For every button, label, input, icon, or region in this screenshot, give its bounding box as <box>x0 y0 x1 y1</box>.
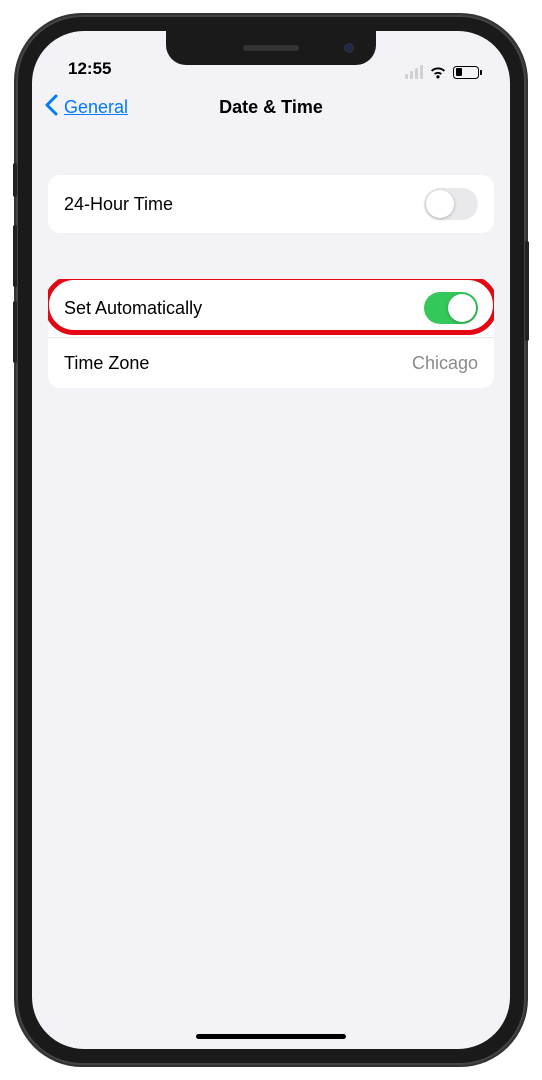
volume-up-button <box>13 225 17 287</box>
power-button <box>525 241 529 341</box>
front-camera <box>344 43 354 53</box>
battery-icon <box>453 66 482 79</box>
toggle-knob <box>448 294 476 322</box>
row-label: 24-Hour Time <box>64 194 173 215</box>
toggle-knob <box>426 190 454 218</box>
section-time-format: 24-Hour Time <box>48 175 494 233</box>
row-time-zone[interactable]: Time Zone Chicago <box>48 338 494 388</box>
notch <box>166 31 376 65</box>
toggle-24-hour-time[interactable] <box>424 188 478 220</box>
back-label: General <box>64 97 128 118</box>
speaker-grille <box>243 45 299 51</box>
cellular-signal-icon <box>405 65 424 79</box>
silence-switch <box>13 163 17 197</box>
section-auto-time: Set Automatically Time Zone Chicago <box>48 279 494 388</box>
settings-content: 24-Hour Time Set Automatically Time Zone <box>32 175 510 388</box>
navigation-bar: General Date & Time <box>32 81 510 133</box>
row-label: Time Zone <box>64 353 149 374</box>
chevron-left-icon <box>44 94 58 120</box>
row-label: Set Automatically <box>64 298 202 319</box>
row-value: Chicago <box>412 353 478 374</box>
back-button[interactable]: General <box>44 94 128 120</box>
page-title: Date & Time <box>219 97 323 118</box>
status-time: 12:55 <box>68 59 168 79</box>
phone-screen: 12:55 Gen <box>32 31 510 1049</box>
status-indicators <box>382 65 482 79</box>
row-24-hour-time[interactable]: 24-Hour Time <box>48 175 494 233</box>
phone-frame: 12:55 Gen <box>16 15 526 1065</box>
home-indicator[interactable] <box>196 1034 346 1039</box>
row-set-automatically[interactable]: Set Automatically <box>48 279 494 338</box>
wifi-icon <box>429 66 447 79</box>
toggle-set-automatically[interactable] <box>424 292 478 324</box>
volume-down-button <box>13 301 17 363</box>
